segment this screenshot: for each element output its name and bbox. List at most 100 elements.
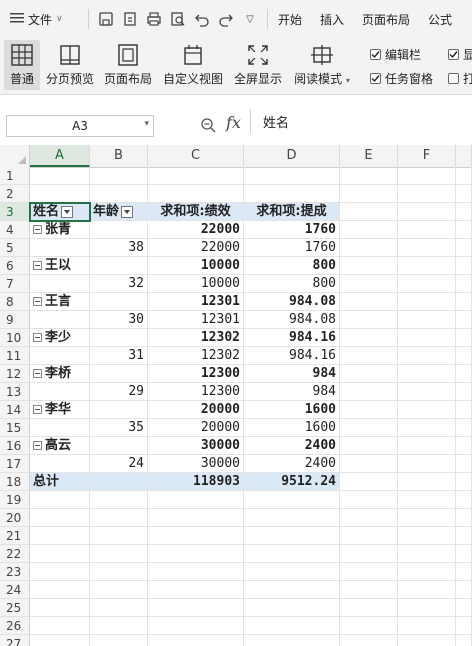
grid-cell[interactable]	[90, 365, 148, 383]
row-header[interactable]: 12	[0, 365, 30, 383]
pivot-value-cell[interactable]: 118903	[148, 473, 244, 491]
grid-cell[interactable]	[340, 473, 398, 491]
row-header[interactable]: 24	[0, 581, 30, 599]
show-toggle[interactable]: 显	[448, 46, 472, 63]
grid-cell[interactable]	[456, 329, 472, 347]
row-header[interactable]: 22	[0, 545, 30, 563]
filter-dropdown-icon[interactable]	[61, 205, 74, 218]
grid-cell[interactable]	[148, 509, 244, 527]
grid-cell[interactable]	[90, 437, 148, 455]
pivot-group-cell[interactable]: 李华	[30, 401, 90, 419]
grid-cell[interactable]	[456, 617, 472, 635]
grid-cell[interactable]	[340, 311, 398, 329]
grid-cell[interactable]	[148, 599, 244, 617]
grid-cell[interactable]	[456, 581, 472, 599]
row-header[interactable]: 14	[0, 401, 30, 419]
grid-cell[interactable]	[398, 617, 456, 635]
grid-cell[interactable]	[398, 527, 456, 545]
grid-cell[interactable]	[30, 455, 90, 473]
column-header-b[interactable]: B	[90, 145, 148, 167]
custom-view-button[interactable]: 自定义视图	[160, 40, 226, 90]
grid-cell[interactable]	[398, 635, 456, 646]
tab-insert[interactable]: 插入	[320, 11, 344, 28]
pivot-value-cell[interactable]: 20000	[148, 401, 244, 419]
grid-cell[interactable]	[340, 185, 398, 203]
row-header[interactable]: 13	[0, 383, 30, 401]
pivot-group-cell[interactable]: 李桥	[30, 365, 90, 383]
grid-cell[interactable]	[456, 473, 472, 491]
grid-cell[interactable]	[340, 347, 398, 365]
pivot-value-cell[interactable]: 30000	[148, 437, 244, 455]
grid-cell[interactable]	[244, 509, 340, 527]
grid-cell[interactable]	[398, 185, 456, 203]
grid-cell[interactable]	[90, 257, 148, 275]
task-pane-toggle[interactable]: 任务窗格	[370, 70, 433, 87]
grid-cell[interactable]	[340, 455, 398, 473]
grid-cell[interactable]	[30, 635, 90, 646]
grid-cell[interactable]	[456, 455, 472, 473]
pivot-value-cell[interactable]: 984.16	[244, 347, 340, 365]
grid-cell[interactable]	[456, 347, 472, 365]
grid-cell[interactable]	[244, 185, 340, 203]
column-header-a[interactable]: A	[30, 145, 90, 167]
grid-cell[interactable]	[90, 293, 148, 311]
normal-view-button[interactable]: 普通	[4, 40, 40, 90]
pivot-value-cell[interactable]: 31	[90, 347, 148, 365]
select-all-corner[interactable]	[0, 145, 30, 167]
collapse-icon[interactable]	[33, 369, 42, 378]
grid-cell[interactable]	[398, 329, 456, 347]
grid-cell[interactable]	[244, 599, 340, 617]
pivot-group-cell[interactable]: 张青	[30, 221, 90, 239]
grid-cell[interactable]	[30, 275, 90, 293]
row-header[interactable]: 7	[0, 275, 30, 293]
grid-cell[interactable]	[340, 545, 398, 563]
grid-cell[interactable]	[148, 563, 244, 581]
grid-cell[interactable]	[456, 437, 472, 455]
grid-cell[interactable]	[30, 491, 90, 509]
grid-cell[interactable]	[244, 635, 340, 646]
grid-cell[interactable]	[456, 275, 472, 293]
column-header-e[interactable]: E	[340, 145, 398, 167]
pivot-value-cell[interactable]: 2400	[244, 437, 340, 455]
row-header[interactable]: 9	[0, 311, 30, 329]
grid-cell[interactable]	[148, 491, 244, 509]
column-header-c[interactable]: C	[148, 145, 244, 167]
pivot-value-cell[interactable]: 35	[90, 419, 148, 437]
grid-cell[interactable]	[398, 347, 456, 365]
row-header[interactable]: 2	[0, 185, 30, 203]
pivot-value-cell[interactable]: 984.08	[244, 293, 340, 311]
grid-cell[interactable]	[398, 383, 456, 401]
grid-cell[interactable]	[340, 401, 398, 419]
grid-cell[interactable]	[30, 599, 90, 617]
collapse-icon[interactable]	[33, 261, 42, 270]
grid-cell[interactable]	[456, 491, 472, 509]
reading-mode-button[interactable]: 阅读模式 ▾	[292, 40, 352, 90]
page-break-preview-button[interactable]: 分页预览	[44, 40, 96, 90]
pivot-value-cell[interactable]: 12300	[148, 365, 244, 383]
row-header[interactable]: 20	[0, 509, 30, 527]
grid-cell[interactable]	[398, 455, 456, 473]
grid-cell[interactable]	[398, 491, 456, 509]
grid-cell[interactable]	[30, 617, 90, 635]
formula-input[interactable]: 姓名	[250, 109, 472, 133]
print-icon[interactable]	[143, 8, 165, 30]
grid-cell[interactable]	[398, 581, 456, 599]
row-header[interactable]: 17	[0, 455, 30, 473]
row-header[interactable]: 18	[0, 473, 30, 491]
pivot-value-cell[interactable]: 38	[90, 239, 148, 257]
grid-cell[interactable]	[90, 563, 148, 581]
grid-cell[interactable]	[244, 167, 340, 185]
grid-cell[interactable]	[30, 545, 90, 563]
row-header[interactable]: 27	[0, 635, 30, 646]
grid-cell[interactable]	[398, 257, 456, 275]
pivot-value-cell[interactable]: 2400	[244, 455, 340, 473]
pivot-value-cell[interactable]: 1600	[244, 419, 340, 437]
row-header[interactable]: 4	[0, 221, 30, 239]
pivot-value-cell[interactable]: 984	[244, 365, 340, 383]
collapse-icon[interactable]	[33, 441, 42, 450]
pivot-value-cell[interactable]: 24	[90, 455, 148, 473]
grid-cell[interactable]	[340, 563, 398, 581]
pivot-group-cell[interactable]: 高云	[30, 437, 90, 455]
grid-cell[interactable]	[398, 311, 456, 329]
grid-cell[interactable]	[398, 473, 456, 491]
